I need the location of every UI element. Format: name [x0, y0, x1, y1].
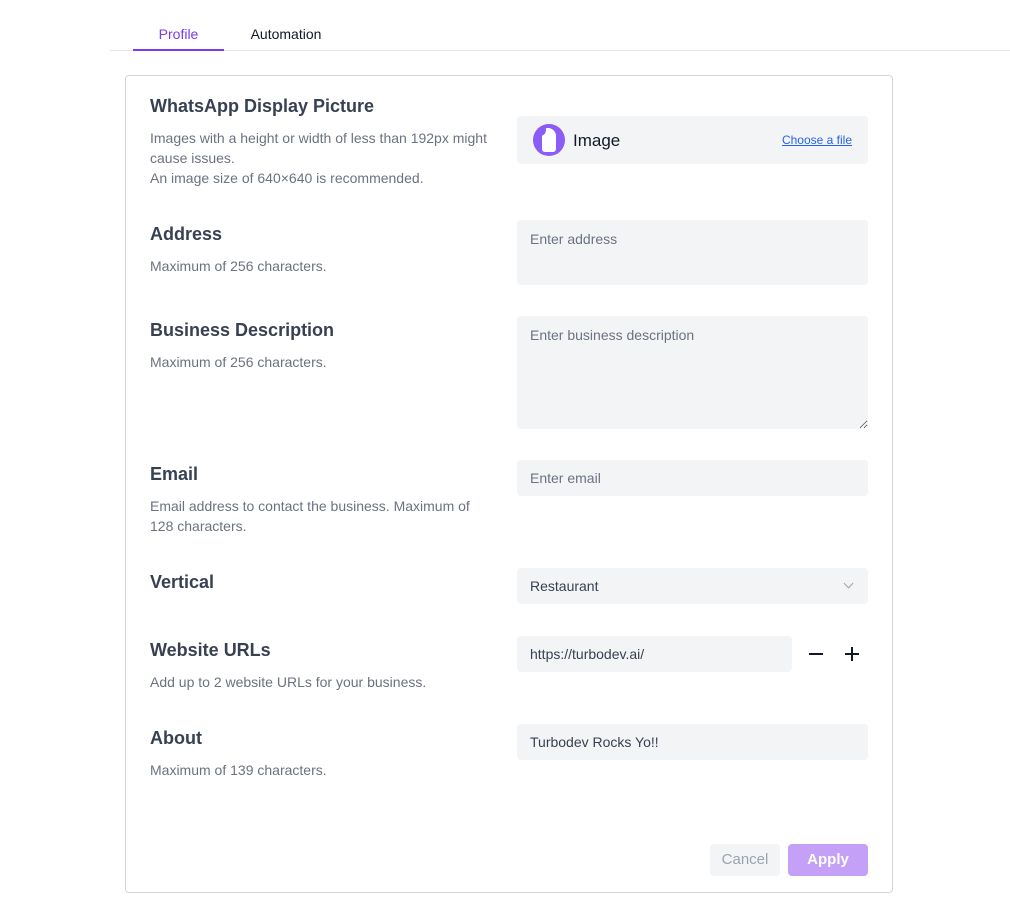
email-field-wrapper: [517, 460, 868, 496]
about-description: Maximum of 139 characters.: [150, 762, 327, 778]
vertical-select[interactable]: Restaurant: [517, 568, 868, 604]
about-input[interactable]: [517, 724, 868, 760]
website-url-input[interactable]: [517, 636, 792, 672]
display-picture-desc-line2: An image size of 640×640 is recommended.: [150, 170, 424, 186]
tab-automation[interactable]: Automation: [238, 16, 334, 49]
app-logo-icon: [533, 124, 565, 156]
address-title: Address: [150, 224, 223, 244]
display-picture-picker[interactable]: Image Choose a file: [517, 116, 868, 164]
image-label: Image: [573, 131, 621, 150]
vertical-selected-value: Restaurant: [530, 578, 599, 594]
display-picture-title: WhatsApp Display Picture: [150, 96, 375, 116]
business-description-desc: Maximum of 256 characters.: [150, 354, 327, 370]
plus-icon[interactable]: [840, 642, 864, 666]
cancel-button[interactable]: Cancel: [710, 844, 780, 876]
vertical-title: Vertical: [150, 572, 215, 592]
email-title: Email: [150, 464, 199, 484]
address-input[interactable]: [517, 220, 868, 285]
address-field-wrapper: [517, 220, 868, 285]
business-description-title: Business Description: [150, 320, 335, 340]
about-title: About: [150, 728, 202, 748]
display-picture-desc-line1: Images with a height or width of less th…: [150, 130, 487, 166]
profile-settings-card: WhatsApp Display Picture Images with a h…: [125, 75, 893, 893]
email-description: Email address to contact the business. M…: [150, 498, 470, 534]
minus-icon[interactable]: [804, 642, 828, 666]
business-description-input[interactable]: [517, 316, 868, 429]
tab-profile[interactable]: Profile: [133, 16, 224, 51]
tab-bar: Profile Automation: [110, 16, 1010, 51]
apply-button[interactable]: Apply: [788, 844, 868, 876]
website-url-field-wrapper: [517, 636, 792, 672]
display-picture-description: Images with a height or width of less th…: [150, 128, 495, 188]
business-description-field-wrapper: [517, 316, 868, 429]
website-urls-description: Add up to 2 website URLs for your busine…: [150, 674, 427, 690]
address-description: Maximum of 256 characters.: [150, 258, 327, 274]
chevron-down-icon: [843, 578, 854, 589]
about-field-wrapper: [517, 724, 868, 760]
choose-file-link[interactable]: Choose a file: [782, 133, 852, 147]
website-urls-title: Website URLs: [150, 640, 271, 660]
email-input[interactable]: [517, 460, 868, 496]
